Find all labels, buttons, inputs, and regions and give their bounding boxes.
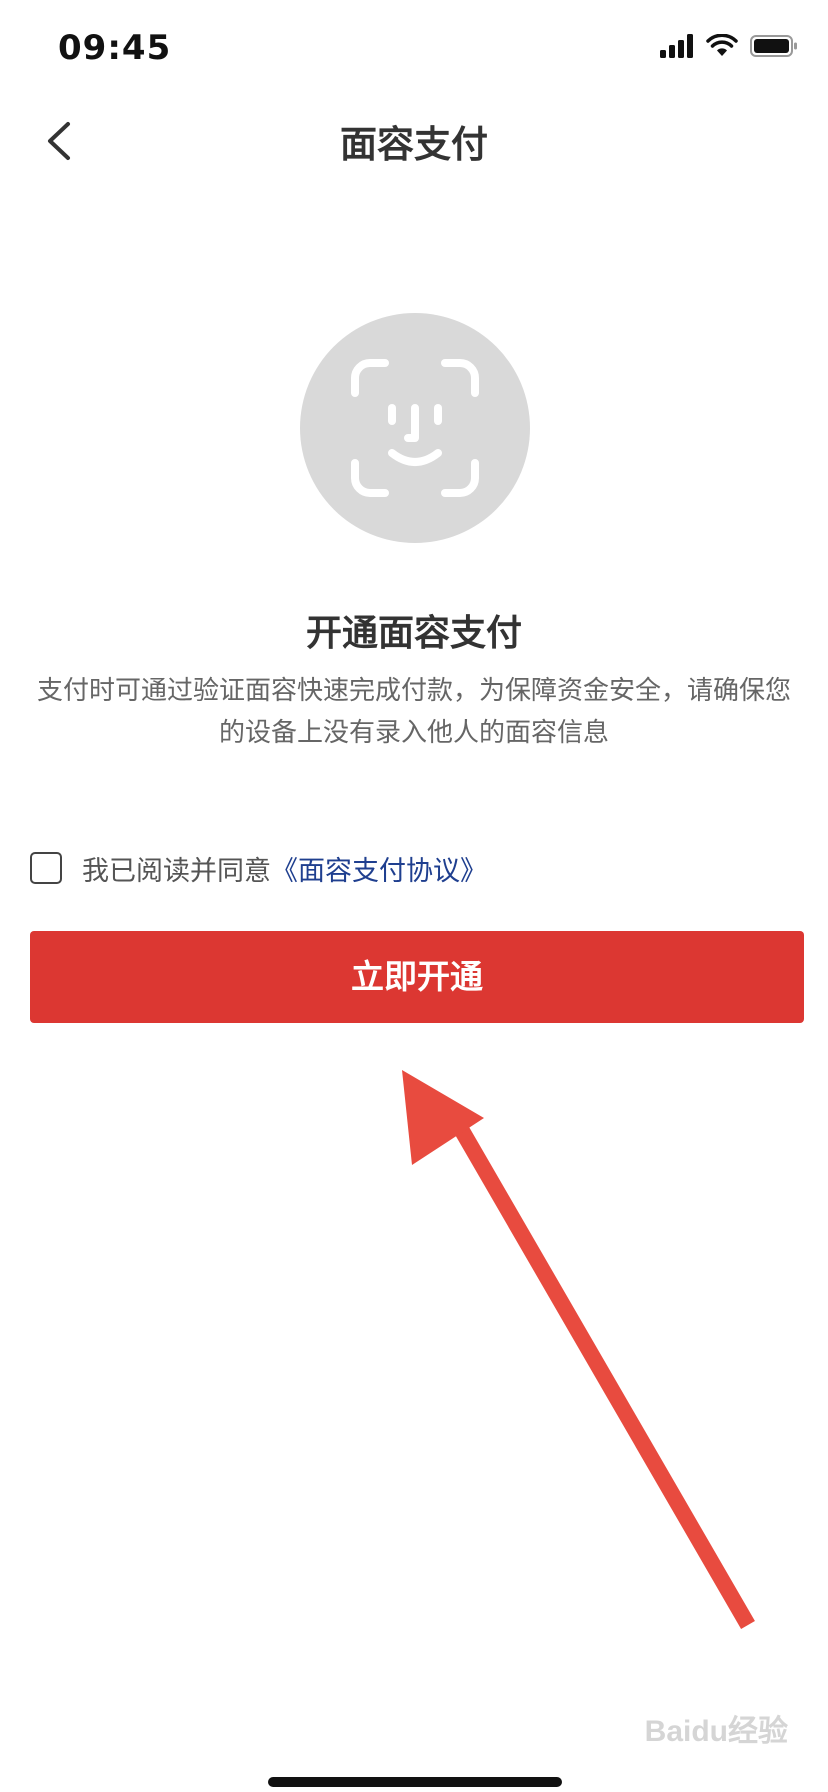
agreement-row: 我已阅读并同意 《面容支付协议》	[30, 848, 487, 888]
home-indicator[interactable]	[268, 1777, 562, 1787]
face-id-illustration	[300, 313, 530, 543]
agreement-text: 我已阅读并同意	[82, 855, 271, 887]
battery-icon	[750, 35, 797, 57]
activate-now-button[interactable]: 立即开通	[30, 931, 804, 1023]
navigation-bar: 面容支付	[0, 100, 828, 190]
agreement-link[interactable]: 《面容支付协议》	[271, 849, 487, 888]
annotation-arrow	[402, 1070, 755, 1630]
cellular-signal-icon	[660, 34, 693, 58]
agreement-checkbox[interactable]	[30, 852, 62, 884]
status-time: 09:45	[58, 28, 172, 68]
feature-description: 支付时可通过验证面容快速完成付款，为保障资金安全，请确保您的设备上没有录入他人的…	[36, 676, 791, 748]
watermark: Baidu经验	[644, 1715, 788, 1748]
wifi-icon	[706, 34, 738, 56]
page-title: 面容支付	[340, 123, 488, 166]
status-icons	[660, 34, 798, 58]
feature-headline: 开通面容支付	[305, 613, 522, 654]
face-id-icon	[351, 359, 479, 497]
status-bar: 09:45	[0, 0, 828, 100]
